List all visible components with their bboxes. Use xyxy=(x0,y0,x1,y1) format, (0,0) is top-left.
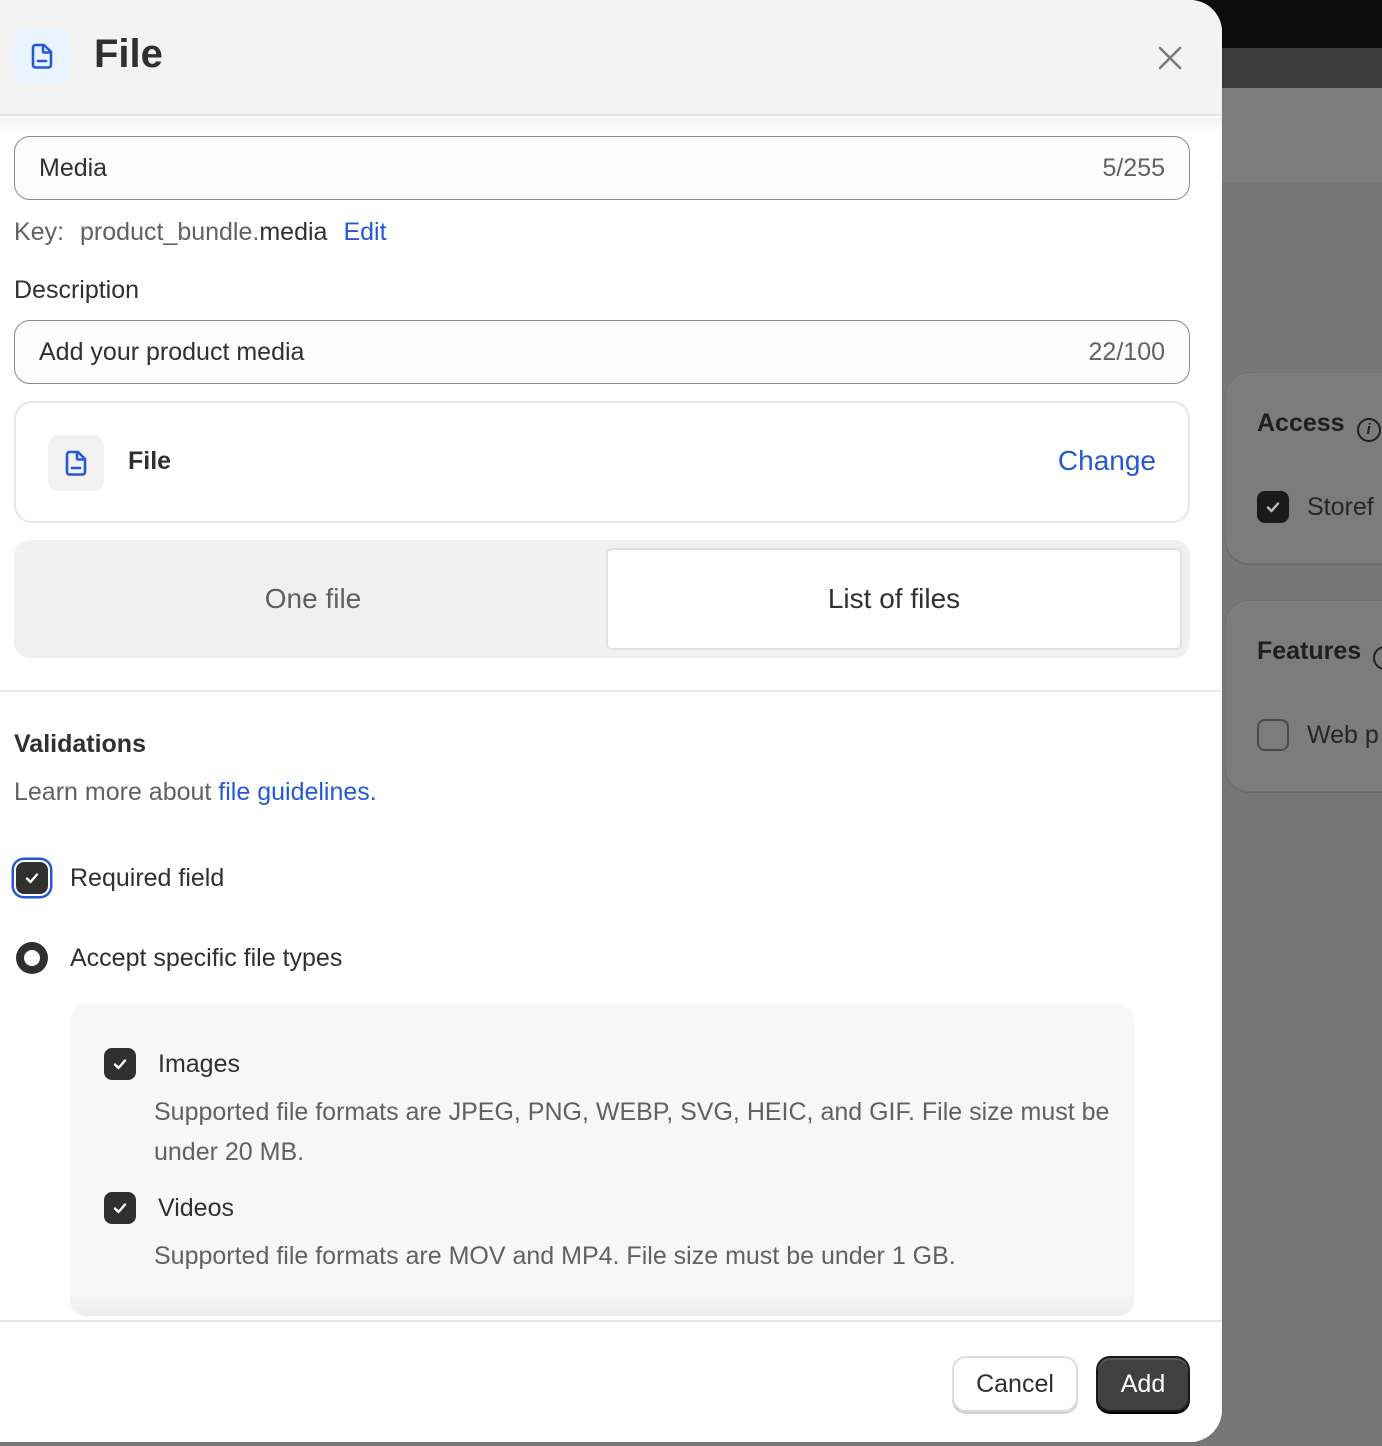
name-input[interactable]: Media 5/255 xyxy=(14,136,1190,200)
required-field-checkbox[interactable] xyxy=(16,862,48,894)
images-help-text: Supported file formats are JPEG, PNG, WE… xyxy=(154,1098,1110,1166)
background-features-card: Featuresi Web p xyxy=(1225,600,1382,792)
list-of-files-option[interactable]: List of files xyxy=(606,548,1182,650)
checkbox-checked-icon xyxy=(1257,491,1289,523)
background-access-card: Access i Storef xyxy=(1225,372,1382,564)
file-definition-modal: File Media 5/255 Key: product_bundle. me… xyxy=(0,0,1222,1442)
videos-label: Videos xyxy=(158,1193,234,1222)
info-icon: i xyxy=(1356,418,1381,442)
key-namespace: product_bundle. xyxy=(80,218,260,246)
close-button[interactable] xyxy=(1148,36,1192,80)
name-input-value: Media xyxy=(39,153,108,182)
checkmark-icon xyxy=(25,873,39,884)
file-count-toggle: One file List of files xyxy=(14,540,1190,658)
content-type-name: File xyxy=(128,447,172,475)
images-checkbox[interactable] xyxy=(104,1048,136,1080)
validations-heading: Validations xyxy=(14,730,146,758)
close-icon xyxy=(1158,46,1182,70)
content-type-card: File Change xyxy=(14,401,1190,523)
description-input[interactable]: Add your product media 22/100 xyxy=(14,320,1190,384)
videos-help-text: Supported file formats are MOV and MP4. … xyxy=(154,1242,956,1270)
modal-footer: Cancel Add xyxy=(0,1320,1222,1442)
file-guidelines-link[interactable]: file guidelines. xyxy=(218,778,376,806)
modal-header: File xyxy=(0,0,1222,116)
description-character-count: 22/100 xyxy=(1088,337,1165,366)
key-row: Key: product_bundle. media Edit xyxy=(14,218,387,247)
checkmark-icon xyxy=(113,1203,127,1214)
key-label: Key: xyxy=(14,218,65,246)
features-web-option: Web p xyxy=(1257,719,1379,751)
access-card-title: Access i xyxy=(1257,409,1381,442)
checkmark-icon xyxy=(113,1059,127,1070)
add-button[interactable]: Add xyxy=(1096,1356,1190,1412)
file-icon xyxy=(14,28,70,84)
required-field-label: Required field xyxy=(70,863,225,892)
one-file-option[interactable]: One file xyxy=(22,548,604,650)
required-field-option: Required field xyxy=(16,862,224,894)
videos-checkbox[interactable] xyxy=(104,1192,136,1224)
key-value: media xyxy=(259,218,328,246)
images-label: Images xyxy=(158,1049,240,1078)
accept-file-types-radio[interactable] xyxy=(16,942,48,974)
features-card-title: Featuresi xyxy=(1257,637,1382,670)
description-input-value: Add your product media xyxy=(39,337,305,366)
modal-title: File xyxy=(94,32,163,76)
validations-help-text: Learn more about file guidelines. xyxy=(14,778,377,806)
info-icon: i xyxy=(1373,646,1382,670)
modal-body: Media 5/255 Key: product_bundle. media E… xyxy=(0,118,1222,1320)
description-label: Description xyxy=(14,276,140,304)
edit-key-link[interactable]: Edit xyxy=(343,218,386,247)
section-divider xyxy=(0,690,1222,692)
videos-option: Videos xyxy=(104,1192,234,1224)
change-type-link[interactable]: Change xyxy=(1058,445,1156,477)
checkbox-unchecked-icon xyxy=(1257,719,1289,751)
images-option: Images xyxy=(104,1048,240,1080)
accept-file-types-option: Accept specific file types xyxy=(16,942,342,974)
name-character-count: 5/255 xyxy=(1102,153,1165,182)
access-storefront-option: Storef xyxy=(1257,491,1374,523)
file-types-panel: Images Supported file formats are JPEG, … xyxy=(70,1004,1134,1316)
accept-file-types-label: Accept specific file types xyxy=(70,943,343,972)
cancel-button[interactable]: Cancel xyxy=(952,1356,1078,1412)
file-icon xyxy=(48,435,104,491)
